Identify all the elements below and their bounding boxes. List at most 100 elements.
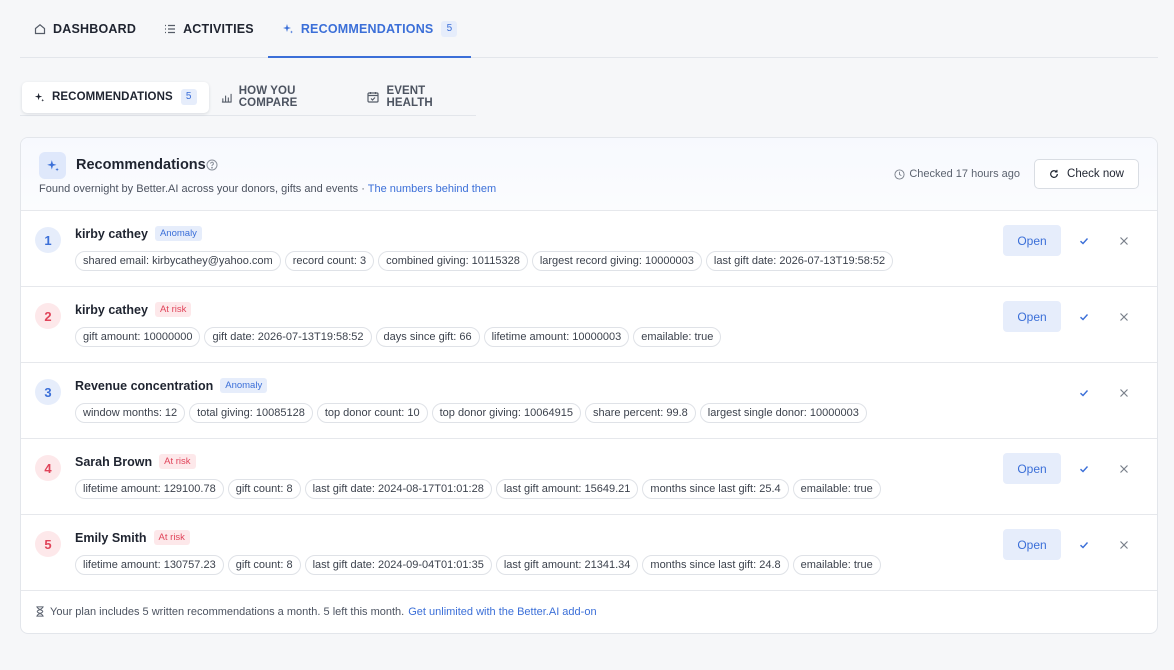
subtitle-text: Found overnight by Better.AI across your… xyxy=(39,183,368,195)
recommendation-row: 1 kirby cathey Anomaly shared email: kirbyc… xyxy=(21,211,1157,287)
subtab-label: RECOMMENDATIONS xyxy=(52,91,173,103)
metric-chips: lifetime amount: 129100.78 gift count: 8l… xyxy=(75,479,885,499)
refresh-icon xyxy=(1049,169,1059,179)
top-nav: DASHBOARD ACTIVITIES RECOMMENDATIONS 5 xyxy=(20,0,1158,58)
metric-chips: window months: 12 total giving: 10085128 t… xyxy=(75,403,871,423)
metric-chip: last gift date: 2026-07-13T19:58:52 xyxy=(705,251,894,271)
metric-chip: months since last gift: 24.8 xyxy=(642,555,789,575)
metric-chip: window months: 12 xyxy=(75,403,186,423)
dismiss-close-icon[interactable] xyxy=(1116,537,1132,553)
accept-check-icon[interactable] xyxy=(1076,309,1092,325)
list-icon xyxy=(164,23,176,35)
metric-chip: lifetime amount: 130757.23 xyxy=(75,555,224,575)
metric-chip: last gift date: 2024-09-04T01:01:35 xyxy=(304,555,492,575)
metric-chip: gift amount: 10000000 xyxy=(75,327,201,347)
metric-chip: gift count: 8 xyxy=(227,555,301,575)
sub-nav: RECOMMENDATIONS 5 HOW YOU COMPARE EVENT … xyxy=(20,79,476,116)
metric-chip: months since last gift: 25.4 xyxy=(642,479,789,499)
card-subtitle: Found overnight by Better.AI across your… xyxy=(39,183,496,195)
metric-chip: lifetime amount: 10000003 xyxy=(483,327,630,347)
dismiss-close-icon[interactable] xyxy=(1116,461,1132,477)
check-now-label: Check now xyxy=(1067,168,1124,180)
tab-label: DASHBOARD xyxy=(53,21,137,36)
subtab-recommendations[interactable]: RECOMMENDATIONS 5 xyxy=(22,81,209,113)
subtab-how-you-compare[interactable]: HOW YOU COMPARE xyxy=(209,82,356,113)
checked-status: Checked 17 hours ago xyxy=(894,168,1020,180)
open-button[interactable]: Open xyxy=(1003,301,1061,332)
metric-chip: lifetime amount: 129100.78 xyxy=(75,479,224,499)
recommendation-row: 4 Sarah Brown At risk lifetime amount: 1291… xyxy=(21,439,1157,515)
tab-activities[interactable]: ACTIVITIES xyxy=(150,0,268,57)
metric-chip: last gift date: 2024-08-17T01:01:28 xyxy=(304,479,492,499)
rank-number: 2 xyxy=(35,303,61,329)
tab-dashboard[interactable]: DASHBOARD xyxy=(20,0,150,57)
metric-chips: shared email: kirbycathey@yahoo.com recor… xyxy=(75,251,897,271)
title-row: kirby cathey Anomaly xyxy=(75,226,202,241)
subtab-label: HOW YOU COMPARE xyxy=(238,85,298,109)
metric-chip: total giving: 10085128 xyxy=(189,403,313,423)
metric-chip: combined giving: 10115328 xyxy=(378,251,528,271)
recommendation-row: 2 kirby cathey At risk gift amount: 1000000… xyxy=(21,287,1157,363)
checked-text: Checked 17 hours ago xyxy=(909,168,1020,180)
rank-number: 4 xyxy=(35,455,61,481)
metric-chips: gift amount: 10000000 gift date: 2026-07-… xyxy=(75,327,725,347)
rank-number: 1 xyxy=(35,227,61,253)
numbers-link[interactable]: The numbers behind them xyxy=(368,183,496,195)
at-risk-tag: At risk xyxy=(154,302,192,317)
metric-chip: gift date: 2026-07-13T19:58:52 xyxy=(204,327,372,347)
open-button[interactable]: Open xyxy=(1003,453,1061,484)
recommendation-row: 3 Revenue concentration Anomaly window mont… xyxy=(21,363,1157,439)
anomaly-tag: Anomaly xyxy=(154,226,202,241)
accept-check-icon[interactable] xyxy=(1076,537,1092,553)
metric-chip: record count: 3 xyxy=(284,251,375,271)
metric-chip: gift count: 8 xyxy=(227,479,301,499)
at-risk-tag: At risk xyxy=(153,530,190,545)
rank-number: 3 xyxy=(35,379,61,405)
recommendations-card: Recommendations Found overnight by Bette… xyxy=(20,137,1158,634)
subtab-label: EVENT HEALTH xyxy=(386,85,433,109)
sparkle-icon xyxy=(34,92,45,103)
metric-chip: last gift amount: 21341.34 xyxy=(495,555,639,575)
recommendation-title: kirby cathey xyxy=(75,302,148,317)
help-icon[interactable] xyxy=(206,159,218,171)
count-badge: 5 xyxy=(441,20,458,37)
metric-chip: days since gift: 66 xyxy=(375,327,480,347)
tab-label: RECOMMENDATIONS xyxy=(300,21,434,36)
metric-chip: emailable: true xyxy=(792,479,881,499)
accept-check-icon[interactable] xyxy=(1076,461,1092,477)
metric-chip: last gift amount: 15649.21 xyxy=(495,479,639,499)
calendar-check-icon xyxy=(367,91,380,103)
count-badge: 5 xyxy=(180,89,197,105)
card-header: Recommendations Found overnight by Bette… xyxy=(21,138,1157,211)
tab-label: ACTIVITIES xyxy=(183,21,254,36)
tab-recommendations[interactable]: RECOMMENDATIONS 5 xyxy=(267,0,472,58)
metric-chip: shared email: kirbycathey@yahoo.com xyxy=(75,251,281,271)
recommendation-title: Emily Smith xyxy=(75,530,147,545)
upgrade-link[interactable]: Get unlimited with the Better.AI add-on xyxy=(408,606,596,618)
accept-check-icon[interactable] xyxy=(1076,385,1092,401)
recommendation-title: Revenue concentration xyxy=(75,378,214,393)
check-now-button[interactable]: Check now xyxy=(1034,159,1139,189)
clock-icon xyxy=(894,168,905,180)
anomaly-tag: Anomaly xyxy=(220,378,268,393)
subtab-event-health[interactable]: EVENT HEALTH xyxy=(355,82,476,113)
plan-footer: Your plan includes 5 written recommendat… xyxy=(21,590,1157,633)
metric-chip: emailable: true xyxy=(633,327,722,347)
open-button[interactable]: Open xyxy=(1003,529,1061,560)
recommendation-title: Sarah Brown xyxy=(75,454,153,469)
sparkle-icon xyxy=(282,23,294,35)
dismiss-close-icon[interactable] xyxy=(1116,233,1132,249)
open-button[interactable]: Open xyxy=(1003,225,1061,256)
metric-chip: largest record giving: 10000003 xyxy=(531,251,702,271)
rank-number: 5 xyxy=(35,531,61,557)
bar-chart-icon xyxy=(221,92,232,103)
metric-chips: lifetime amount: 130757.23 gift count: 8l… xyxy=(75,555,885,575)
dismiss-close-icon[interactable] xyxy=(1116,309,1132,325)
at-risk-tag: At risk xyxy=(159,454,196,469)
title-row: kirby cathey At risk xyxy=(75,302,192,317)
metric-chip: share percent: 99.8 xyxy=(584,403,696,423)
metric-chip: top donor count: 10 xyxy=(316,403,428,423)
accept-check-icon[interactable] xyxy=(1076,233,1092,249)
recommendation-list: 1 kirby cathey Anomaly shared email: kirbyc… xyxy=(21,211,1157,591)
dismiss-close-icon[interactable] xyxy=(1116,385,1132,401)
